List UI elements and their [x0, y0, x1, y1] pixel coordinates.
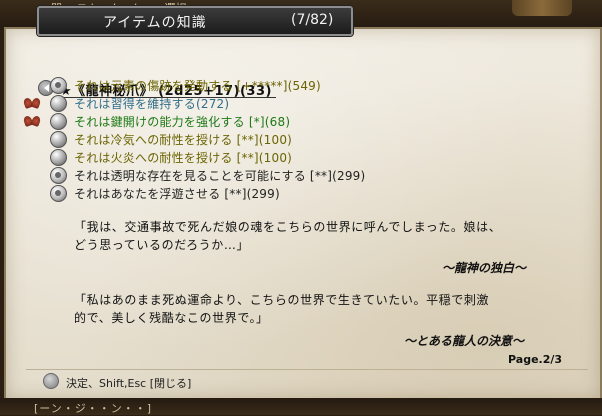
key-hint-icon: [43, 373, 59, 389]
fire-resist-icon: [50, 149, 67, 166]
property-row: それは透明な存在を見ることを可能にする [**](299): [24, 167, 444, 184]
sun-rune-icon: [50, 77, 67, 94]
levitation-icon: [50, 185, 67, 202]
property-text: それは透明な存在を見ることを可能にする [**](299): [74, 169, 366, 183]
footer-divider: [26, 369, 588, 370]
property-text: それはあなたを浮遊させる [**](299): [74, 187, 280, 201]
property-marker: [24, 167, 40, 183]
cold-resist-icon: [50, 131, 67, 148]
property-marker: [24, 131, 40, 147]
property-marker: [24, 185, 40, 201]
background-bottom-text: [ーン・ジ・・ン・・]: [34, 402, 153, 415]
window-title: アイテムの知識: [103, 15, 207, 31]
property-row: それは元素の傷跡を発動する [+*****](549): [24, 77, 444, 94]
property-text: それは鍵開けの能力を強化する [*](68): [74, 115, 291, 129]
gauntlet-icon: [50, 95, 67, 112]
item-count: (7/82): [291, 12, 334, 28]
lore-quote-1-line-1: 「我は、交通事故で死んだ娘の魂をこちらの世界に呼んでしまった。娘は、: [74, 220, 502, 234]
property-text: それは元素の傷跡を発動する [+*****](549): [74, 79, 321, 93]
page-indicator: Page.2/3: [508, 353, 563, 366]
property-row: それは火炎への耐性を授ける [**](100): [24, 149, 444, 166]
property-marker: [24, 149, 40, 165]
lore-quote-2: 「私はあのまま死ぬ運命より、こちらの世界で生きていたい。平穏で刺激 的で、美しく…: [74, 291, 489, 327]
wing-marker-icon: [24, 95, 40, 111]
lore-quote-1-line-2: どう思っているのだろうか…」: [74, 238, 250, 252]
wing-marker-icon: [24, 113, 40, 129]
footer-key-hint: 決定、Shift,Esc [閉じる]: [66, 377, 192, 390]
item-knowledge-panel: ★《龍神秘爪》 (2d25+17)(33) それは元素の傷跡を発動する [+**…: [4, 27, 602, 401]
property-row: それは鍵開けの能力を強化する [*](68): [24, 113, 444, 130]
property-row: それは冷気への耐性を授ける [**](100): [24, 131, 444, 148]
lore-attribution-2: ～とある龍人の決意～: [404, 334, 525, 348]
property-text: それは冷気への耐性を授ける [**](100): [74, 133, 293, 147]
lore-attribution-1: ～龍神の独白～: [442, 261, 527, 275]
see-invisible-icon: [50, 167, 67, 184]
lore-quote-1: 「我は、交通事故で死んだ娘の魂をこちらの世界に呼んでしまった。娘は、 どう思って…: [74, 218, 501, 254]
lore-quote-2-line-2: 的で、美しく残酷なこの世界で。」: [74, 311, 269, 325]
lore-quote-2-line-1: 「私はあのまま死ぬ運命より、こちらの世界で生きていたい。平穏で刺激: [74, 293, 490, 307]
property-row: それはあなたを浮遊させる [**](299): [24, 185, 444, 202]
lockpick-icon: [50, 113, 67, 130]
property-row: それは習得を維持する(272): [24, 95, 444, 112]
property-text: それは習得を維持する(272): [74, 97, 230, 111]
corner-ornament: [512, 0, 572, 16]
window-title-bar: アイテムの知識 (7/82): [37, 6, 353, 36]
property-text: それは火炎への耐性を授ける [**](100): [74, 151, 293, 165]
property-marker: [24, 77, 40, 93]
